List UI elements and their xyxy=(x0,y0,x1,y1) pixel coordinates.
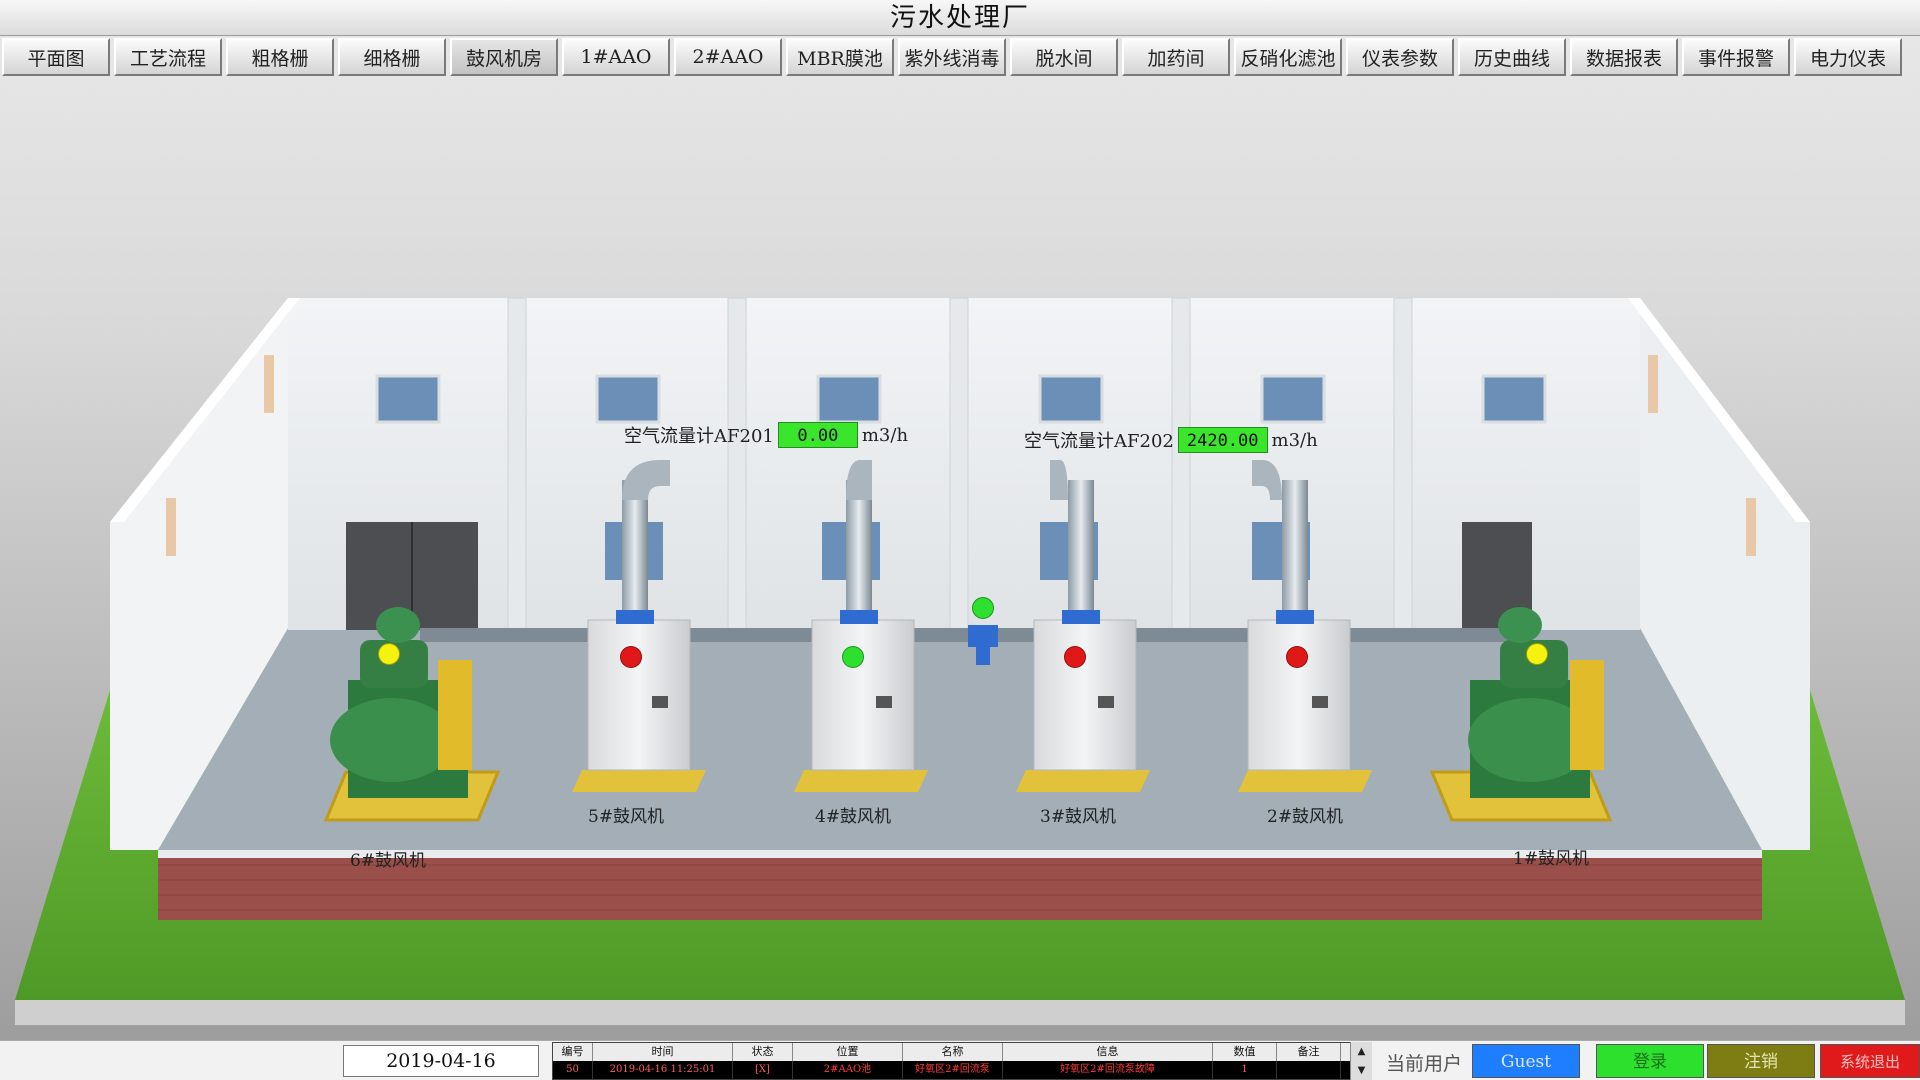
flowmeter-af201: 空气流量计AF201 0.00 m3/h xyxy=(624,422,908,448)
room-illustration xyxy=(15,297,1905,1025)
flowmeter-af202-value[interactable]: 2420.00 xyxy=(1177,427,1268,453)
alarm-cell-state: [X] xyxy=(733,1061,793,1079)
title-bar: 污水处理厂 xyxy=(0,0,1920,36)
alarm-table[interactable]: 编号 时间 状态 位置 名称 信息 数值 备注 50 2019-04-16 11… xyxy=(552,1042,1372,1080)
alarm-header-row: 编号 时间 状态 位置 名称 信息 数值 备注 xyxy=(553,1043,1371,1061)
current-user-label: 当前用户 xyxy=(1386,1053,1463,1075)
flowmeter-af201-unit: m3/h xyxy=(861,424,909,446)
alarm-cell-position: 2#AAO池 xyxy=(793,1061,903,1079)
alarm-col-time: 时间 xyxy=(593,1043,733,1061)
blower-6-label[interactable]: 6#鼓风机 xyxy=(350,846,426,871)
table-row[interactable]: 50 2019-04-16 11:25:01 [X] 2#AAO池 好氧区2#回… xyxy=(553,1061,1371,1079)
blower-3-status[interactable] xyxy=(1064,646,1086,668)
nav-fine-screen[interactable]: 细格栅 xyxy=(338,38,446,76)
current-datetime: 2019-04-16 13:00:47 xyxy=(343,1045,539,1077)
logout-button[interactable]: 注销 xyxy=(1707,1044,1815,1078)
nav-blower-room[interactable]: 鼓风机房 xyxy=(450,38,558,76)
alarm-cell-note xyxy=(1277,1061,1341,1079)
alarm-cell-info: 好氧区2#回流泵故障 xyxy=(1003,1061,1213,1079)
valve-status[interactable] xyxy=(972,597,994,619)
blower-2-label[interactable]: 2#鼓风机 xyxy=(1267,802,1343,827)
nav-event-alarm[interactable]: 事件报警 xyxy=(1682,38,1790,76)
status-footer: 2019-04-16 13:00:47 编号 时间 状态 位置 名称 信息 数值… xyxy=(0,1040,1920,1080)
nav-dewatering[interactable]: 脱水间 xyxy=(1010,38,1118,76)
blower-4-label[interactable]: 4#鼓风机 xyxy=(815,802,891,827)
blower-1-status[interactable] xyxy=(1526,643,1548,665)
alarm-col-info: 信息 xyxy=(1003,1043,1213,1061)
alarm-col-position: 位置 xyxy=(793,1043,903,1061)
flowmeter-af202-label: 空气流量计AF202 xyxy=(1024,431,1174,452)
blower-6-status[interactable] xyxy=(378,643,400,665)
nav-aao-2[interactable]: 2#AAO xyxy=(674,38,782,76)
alarm-cell-name: 好氧区2#回流泵 xyxy=(903,1061,1003,1079)
alarm-scrollbar[interactable]: ▲ ▼ xyxy=(1350,1042,1372,1080)
app-title: 污水处理厂 xyxy=(889,3,1030,33)
nav-coarse-screen[interactable]: 粗格栅 xyxy=(226,38,334,76)
nav-bar: 平面图 工艺流程 粗格栅 细格栅 鼓风机房 1#AAO 2#AAO MBR膜池 … xyxy=(0,38,1920,80)
scroll-down-icon[interactable]: ▼ xyxy=(1351,1061,1372,1080)
nav-uv[interactable]: 紫外线消毒 xyxy=(898,38,1006,76)
flowmeter-af202-unit: m3/h xyxy=(1271,429,1318,451)
login-button[interactable]: 登录 xyxy=(1596,1044,1704,1078)
blower-1-label[interactable]: 1#鼓风机 xyxy=(1513,844,1589,869)
nav-process-flow[interactable]: 工艺流程 xyxy=(114,38,222,76)
alarm-cell-value: 1 xyxy=(1213,1061,1277,1079)
flowmeter-af202: 空气流量计AF202 2420.00 m3/h xyxy=(1024,427,1318,453)
alarm-col-no: 编号 xyxy=(553,1043,593,1061)
nav-dosing[interactable]: 加药间 xyxy=(1122,38,1230,76)
nav-power-meter[interactable]: 电力仪表 xyxy=(1794,38,1902,76)
alarm-col-value: 数值 xyxy=(1213,1043,1277,1061)
nav-mbr[interactable]: MBR膜池 xyxy=(786,38,894,76)
alarm-col-note: 备注 xyxy=(1277,1043,1341,1061)
blower-5-label[interactable]: 5#鼓风机 xyxy=(588,802,664,827)
exit-button[interactable]: 系统退出 xyxy=(1820,1044,1920,1078)
blower-room-scene: 空气流量计AF201 0.00 m3/h 空气流量计AF202 2420.00 … xyxy=(0,80,1920,1040)
nav-aao-1[interactable]: 1#AAO xyxy=(562,38,670,76)
nav-denitrification[interactable]: 反硝化滤池 xyxy=(1234,38,1342,76)
scroll-up-icon[interactable]: ▲ xyxy=(1351,1042,1372,1061)
flowmeter-af201-label: 空气流量计AF201 xyxy=(624,426,774,447)
nav-data-report[interactable]: 数据报表 xyxy=(1570,38,1678,76)
nav-plan[interactable]: 平面图 xyxy=(2,38,110,76)
blower-3-label[interactable]: 3#鼓风机 xyxy=(1040,802,1116,827)
alarm-col-name: 名称 xyxy=(903,1043,1003,1061)
alarm-cell-time: 2019-04-16 11:25:01 xyxy=(593,1061,733,1079)
alarm-cell-no: 50 xyxy=(553,1061,593,1079)
user-badge[interactable]: Guest xyxy=(1472,1044,1580,1078)
flowmeter-af201-value[interactable]: 0.00 xyxy=(777,422,858,448)
alarm-col-state: 状态 xyxy=(733,1043,793,1061)
blower-5-status[interactable] xyxy=(620,646,642,668)
nav-history-curve[interactable]: 历史曲线 xyxy=(1458,38,1566,76)
blower-2-status[interactable] xyxy=(1286,646,1308,668)
nav-instrument-params[interactable]: 仪表参数 xyxy=(1346,38,1454,76)
blower-4-status[interactable] xyxy=(842,646,864,668)
